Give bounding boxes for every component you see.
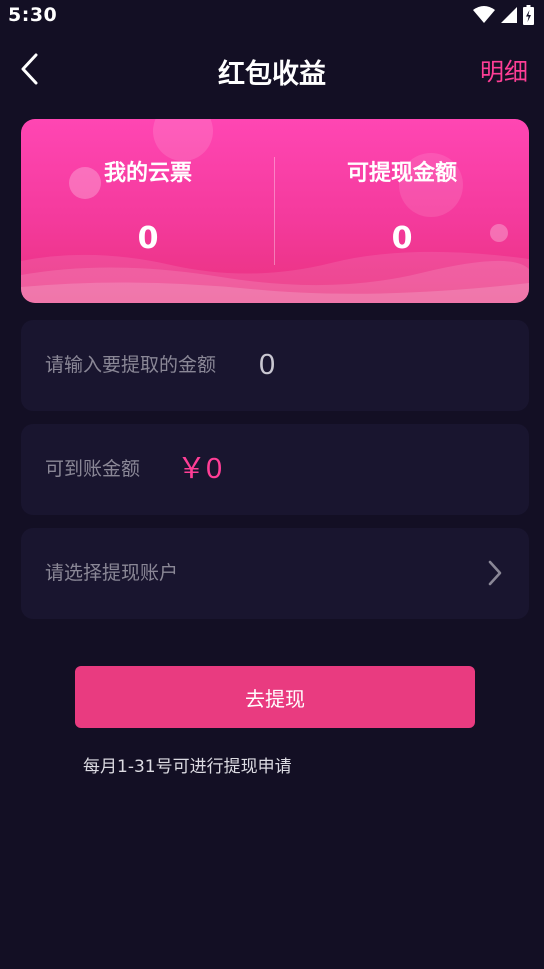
page-title: 红包收益 (218, 59, 326, 90)
withdrawable-balance: 可提现金额 0 (275, 155, 529, 256)
withdraw-note: 每月1-31号可进行提现申请 (83, 757, 292, 777)
battery-charging-icon (523, 5, 534, 25)
withdraw-button[interactable]: 去提现 (75, 666, 475, 728)
status-bar: 5:30 (0, 0, 544, 30)
withdrawable-value: 0 (391, 221, 413, 256)
chevron-left-icon (21, 53, 38, 85)
withdrawable-label: 可提现金额 (346, 161, 457, 186)
wifi-icon (473, 6, 495, 23)
amount-panel: 请输入要提取的金额 (21, 320, 529, 411)
yunpiao-value: 0 (137, 221, 159, 256)
account-selector[interactable]: 请选择提现账户 (21, 528, 529, 619)
arrive-panel: 可到账金额 ￥0 (21, 424, 529, 515)
detail-link[interactable]: 明细 (480, 52, 528, 87)
status-icons (473, 5, 534, 25)
amount-input[interactable] (259, 342, 499, 388)
status-time: 5:30 (8, 4, 58, 26)
yunpiao-label: 我的云票 (103, 161, 192, 186)
chevron-right-icon (488, 560, 502, 586)
amount-label: 请输入要提取的金额 (45, 354, 217, 376)
nav-bar: 红包收益 明细 (0, 40, 544, 98)
cell-signal-icon (501, 7, 517, 23)
arrive-label: 可到账金额 (45, 458, 141, 480)
back-button[interactable] (14, 50, 46, 88)
balance-card: 我的云票 0 可提现金额 0 (21, 119, 529, 303)
account-label: 请选择提现账户 (45, 562, 179, 584)
arrive-value: ￥0 (177, 453, 223, 485)
yunpiao-balance: 我的云票 0 (21, 155, 275, 256)
